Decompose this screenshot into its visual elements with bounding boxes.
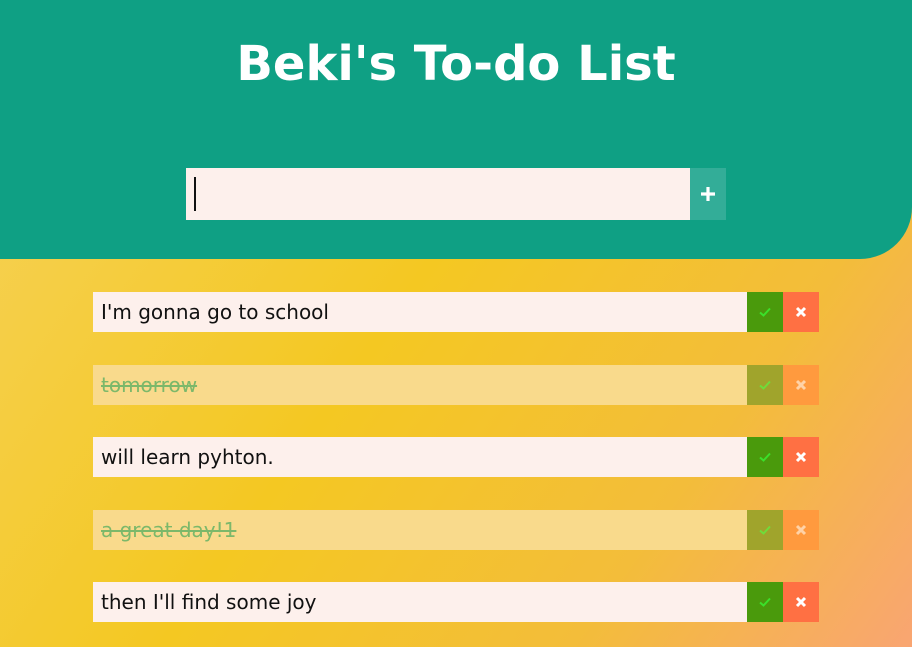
check-icon [759,525,771,535]
add-todo-button[interactable] [690,168,726,220]
delete-button[interactable] [783,364,819,405]
complete-button[interactable] [747,582,783,622]
todo-item: will learn pyhton. [93,437,819,477]
page-title: Beki's To-do List [236,36,676,92]
delete-button[interactable] [783,509,819,550]
complete-button[interactable] [747,364,783,405]
check-icon [759,380,771,390]
todo-text[interactable]: then I'll find some joy [93,582,747,622]
delete-button[interactable] [783,292,819,332]
todo-list: I'm gonna go to school tomorrow will lea… [93,292,819,647]
todo-item: tomorrow [93,364,819,405]
delete-button[interactable] [783,582,819,622]
new-todo-input[interactable] [186,168,690,220]
close-icon [795,306,807,318]
complete-button[interactable] [747,437,783,477]
plus-icon [701,187,715,201]
todo-text[interactable]: tomorrow [93,364,747,405]
todo-item: then I'll find some joy [93,582,819,622]
check-icon [759,597,771,607]
todo-item: I'm gonna go to school [93,292,819,332]
todo-item: a great day!1 [93,509,819,550]
todo-text[interactable]: will learn pyhton. [93,437,747,477]
header: Beki's To-do List [0,0,912,259]
close-icon [795,451,807,463]
delete-button[interactable] [783,437,819,477]
check-icon [759,452,771,462]
todo-text[interactable]: I'm gonna go to school [93,292,747,332]
complete-button[interactable] [747,292,783,332]
close-icon [795,379,807,390]
close-icon [795,596,807,608]
check-icon [759,307,771,317]
complete-button[interactable] [747,509,783,550]
text-caret [194,177,196,211]
todo-text[interactable]: a great day!1 [93,509,747,550]
close-icon [795,524,807,535]
